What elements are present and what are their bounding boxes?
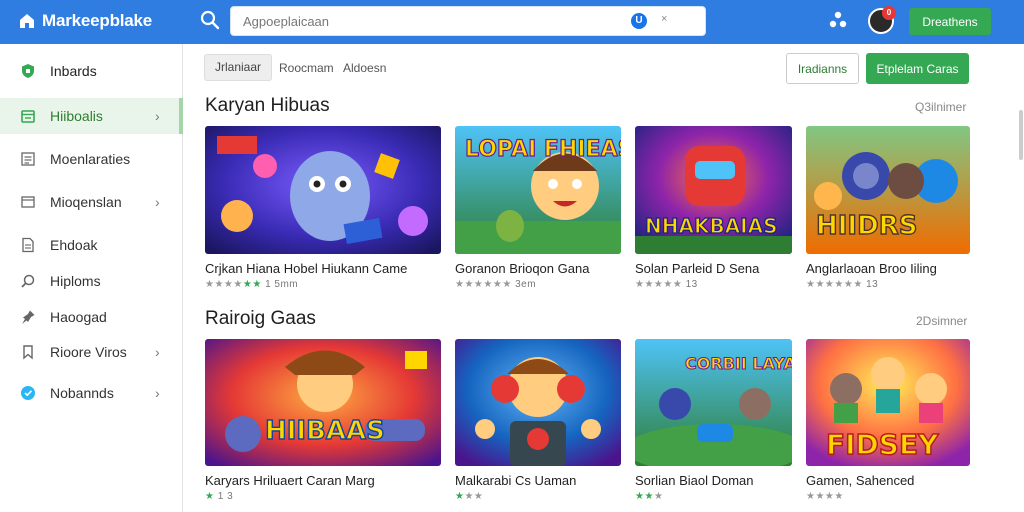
- game-rating: ★★★★★★ 3em: [455, 279, 537, 290]
- voice-search-badge[interactable]: U: [631, 13, 647, 29]
- apps-icon[interactable]: [828, 10, 848, 30]
- sidebar-item-moenlaraties[interactable]: Moenlaraties: [0, 141, 183, 177]
- sidebar-item-haoogad[interactable]: Haoogad: [0, 299, 183, 335]
- game-card[interactable]: CORBII LAYAL Sorlian Biaol Doman ★★★: [635, 339, 792, 502]
- game-card[interactable]: Malkarabi Cs Uaman ★★★: [455, 339, 621, 502]
- chevron-right-icon: ›: [155, 344, 160, 360]
- sidebar-item-label: Hiiboalis: [50, 108, 103, 124]
- sidebar-item-label: Nobannds: [50, 385, 114, 401]
- filter-link-1[interactable]: Roocmam: [279, 61, 334, 75]
- game-thumbnail[interactable]: LOPAI FHIEAS: [455, 126, 621, 254]
- sidebar-item-label: Rioore Viros: [50, 344, 127, 360]
- rating-text: 13: [866, 279, 879, 290]
- rating-text: 1 3: [217, 491, 234, 502]
- sidebar-item-label: Hiploms: [50, 273, 101, 289]
- game-title[interactable]: Sorlian Biaol Doman: [635, 473, 792, 488]
- game-rating: ★★★★★ 13: [635, 279, 698, 290]
- home-icon: [20, 14, 34, 28]
- sidebar-item-hiploms[interactable]: Hiploms: [0, 263, 183, 299]
- thumbnail-logo-text: HIIDRS: [816, 211, 917, 241]
- game-rating: ★★★★★★ 1 5mm: [205, 279, 299, 290]
- search-icon: [21, 274, 35, 288]
- rating-text: 1 5mm: [265, 279, 299, 290]
- scrollbar-thumb[interactable]: [1019, 110, 1023, 160]
- section-title: Karyan Hibuas: [205, 95, 330, 116]
- sidebar-item-hiiboalis[interactable]: Hiiboalis ›: [0, 98, 183, 134]
- game-title[interactable]: Anglarlaoan Broo Iiling: [806, 261, 970, 276]
- search-box[interactable]: U ×: [230, 6, 706, 36]
- sidebar-item-label: Moenlaraties: [50, 151, 131, 167]
- game-thumbnail[interactable]: NHAKBAIAS: [635, 126, 792, 254]
- window-icon: [21, 196, 35, 208]
- top-action-button[interactable]: Dreathens: [909, 8, 991, 35]
- thumbnail-logo-text: CORBII LAYAL: [685, 354, 792, 373]
- game-rating: ★★★: [455, 491, 484, 502]
- rating-text: 13: [685, 279, 698, 290]
- game-title[interactable]: Karyars Hriluaert Caran Marg: [205, 473, 441, 488]
- sidebar-item-label: Inbards: [50, 63, 97, 79]
- primary-action-button[interactable]: Etplelam Caras: [866, 53, 969, 84]
- bookmark-icon: [23, 345, 33, 360]
- main-content: Jrlaniaar Roocmam Aldoesn Iradianns Etpl…: [184, 44, 1024, 512]
- search-icon[interactable]: [200, 10, 220, 30]
- sidebar-item-rioore-viros[interactable]: Rioore Viros ›: [0, 334, 183, 370]
- sidebar-item-ehdoak[interactable]: Ehdoak: [0, 227, 183, 263]
- sidebar: Inbards Hiiboalis › Moenlaraties Mioqens…: [0, 44, 183, 512]
- sidebar-item-nobannds[interactable]: Nobannds ›: [0, 375, 183, 411]
- game-card[interactable]: HIIBAAS Karyars Hriluaert Caran Marg ★ 1…: [205, 339, 441, 502]
- game-rating: ★ 1 3: [205, 491, 234, 502]
- game-card[interactable]: HIIDRS Anglarlaoan Broo Iiling ★★★★★★ 13: [806, 126, 970, 290]
- game-title[interactable]: Goranon Brioqon Gana: [455, 261, 621, 276]
- section-see-more-link[interactable]: Q3ilnimer: [915, 100, 966, 114]
- chevron-right-icon: ›: [155, 194, 160, 210]
- game-thumbnail[interactable]: [455, 339, 621, 466]
- section-see-more-link[interactable]: 2Dsimner: [916, 314, 967, 328]
- game-thumbnail[interactable]: CORBII LAYAL: [635, 339, 792, 466]
- thumbnail-logo-text: NHAKBAIAS: [645, 214, 778, 238]
- pin-icon: [22, 310, 35, 324]
- game-title[interactable]: Solan Parleid D Sena: [635, 261, 792, 276]
- list-icon: [21, 152, 35, 166]
- sidebar-item-inbards[interactable]: Inbards: [0, 53, 183, 89]
- sidebar-item-label: Ehdoak: [50, 237, 98, 253]
- thumbnail-logo-text: FIDSEY: [826, 428, 939, 461]
- game-title[interactable]: Malkarabi Cs Uaman: [455, 473, 621, 488]
- section-title: Rairoig Gaas: [205, 308, 316, 329]
- chevron-right-icon: ›: [155, 108, 160, 124]
- document-icon: [22, 237, 34, 253]
- brand-name: Markeepblake: [42, 11, 153, 30]
- globe-icon: [21, 386, 35, 400]
- filter-link-2[interactable]: Aldoesn: [343, 61, 386, 75]
- clear-search-icon[interactable]: ×: [661, 13, 667, 25]
- game-title[interactable]: Crjkan Hiana Hobel Hiukann Came: [205, 261, 441, 276]
- game-rating: ★★★★: [806, 491, 844, 502]
- game-rating: ★★★★★★ 13: [806, 279, 879, 290]
- game-card[interactable]: NHAKBAIAS Solan Parleid D Sena ★★★★★ 13: [635, 126, 792, 290]
- sidebar-item-label: Mioqenslan: [50, 194, 122, 210]
- search-input[interactable]: [231, 7, 611, 35]
- game-card[interactable]: Crjkan Hiana Hobel Hiukann Came ★★★★★★ 1…: [205, 126, 441, 290]
- shield-icon: [22, 64, 34, 78]
- rating-text: 3em: [515, 279, 537, 290]
- game-thumbnail[interactable]: [205, 126, 441, 254]
- sidebar-item-mioqenslan[interactable]: Mioqenslan ›: [0, 184, 183, 220]
- game-rating: ★★★: [635, 491, 664, 502]
- calendar-icon: [21, 110, 35, 123]
- sidebar-item-label: Haoogad: [50, 309, 107, 325]
- chevron-right-icon: ›: [155, 385, 160, 401]
- filter-pill-active[interactable]: Jrlaniaar: [204, 54, 273, 81]
- thumbnail-logo-text: HIIBAAS: [265, 416, 385, 446]
- game-card[interactable]: LOPAI FHIEAS Goranon Brioqon Gana ★★★★★★…: [455, 126, 621, 290]
- game-thumbnail[interactable]: FIDSEY: [806, 339, 970, 466]
- game-thumbnail[interactable]: HIIBAAS: [205, 339, 441, 466]
- thumbnail-logo-text: LOPAI FHIEAS: [465, 137, 621, 162]
- game-title[interactable]: Gamen, Sahenced: [806, 473, 970, 488]
- game-card[interactable]: FIDSEY Gamen, Sahenced ★★★★: [806, 339, 970, 502]
- brand-logo[interactable]: Markeepblake: [18, 11, 152, 31]
- top-bar: Markeepblake U × 0 Dreathens: [0, 0, 1024, 44]
- secondary-action-button[interactable]: Iradianns: [786, 53, 859, 84]
- game-thumbnail[interactable]: HIIDRS: [806, 126, 970, 254]
- notification-badge[interactable]: 0: [882, 6, 896, 20]
